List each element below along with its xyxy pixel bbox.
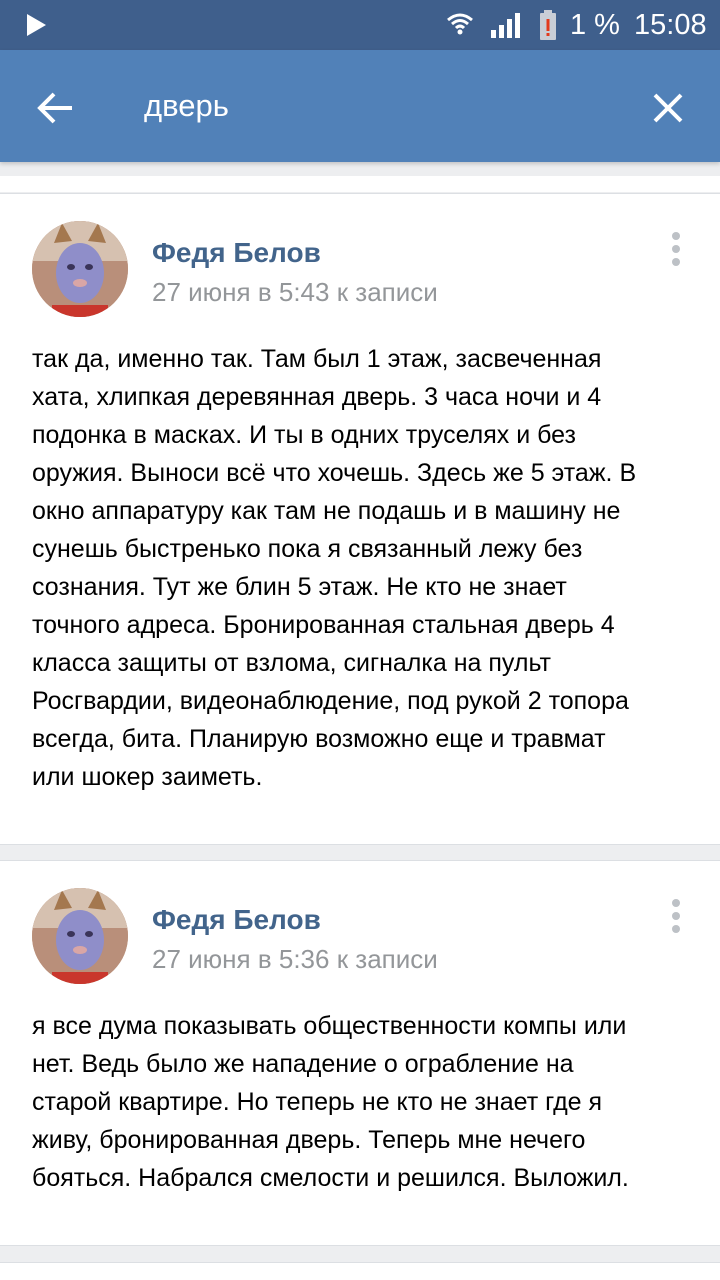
comment-meta[interactable]: 27 июня в 5:36 к записи [152, 943, 438, 975]
text-line: точного адреса. Бронированная стальная д… [32, 611, 615, 639]
avatar[interactable] [32, 888, 128, 984]
signal-icon [491, 13, 520, 38]
text-line: нет. Ведь было же нападение о ограбление… [32, 1050, 574, 1078]
search-query[interactable]: дверь [144, 86, 229, 126]
comment-card[interactable]: Федя Белов 27 июня в 5:43 к записи так д… [0, 193, 720, 845]
play-icon [27, 14, 46, 36]
text-line: я все дума показывать общественности ком… [32, 1012, 627, 1040]
status-bar: 1 % 15:08 [0, 0, 720, 50]
comment-card[interactable]: Федя Белов 27 июня в 5:36 к записи я все… [0, 860, 720, 1246]
author-name[interactable]: Федя Белов [152, 236, 321, 270]
text-line: Росгвардии, видеонаблюдение, под рукой 2… [32, 687, 629, 715]
text-line: или шокер заиметь. [32, 763, 263, 791]
text-line: так да, именно так. Там был 1 этаж, засв… [32, 345, 602, 373]
avatar[interactable] [32, 221, 128, 317]
text-line: класса защиты от взлома, сигналка на пул… [32, 649, 551, 677]
search-toolbar: дверь [0, 50, 720, 162]
close-icon[interactable] [640, 80, 696, 136]
text-line: всегда, бита. Планирую возможно еще и тр… [32, 725, 606, 753]
text-line: оружия. Выноси всё что хочешь. Здесь же … [32, 459, 637, 487]
text-line: окно аппаратуру как там не подашь и в ма… [32, 497, 621, 525]
battery-percent: 1 % [570, 9, 620, 41]
text-line: бояться. Набрался смелости и решился. Вы… [32, 1164, 629, 1192]
more-options-icon[interactable] [664, 232, 688, 272]
back-arrow-icon[interactable] [28, 80, 84, 136]
clock: 15:08 [634, 9, 707, 41]
text-line: подонка в масках. И ты в одних труселях … [32, 421, 576, 449]
previous-card-edge [0, 176, 720, 192]
next-card-edge [0, 1262, 720, 1280]
text-line: старой квартире. Но теперь не кто не зна… [32, 1088, 603, 1116]
text-line: сунешь быстренько пока я связанный лежу … [32, 535, 583, 563]
text-line: сознания. Тут же блин 5 этаж. Не кто не … [32, 573, 567, 601]
battery-icon [540, 10, 556, 40]
wifi-icon [447, 13, 473, 35]
text-line: живу, бронированная дверь. Теперь мне не… [32, 1126, 586, 1154]
comment-meta[interactable]: 27 июня в 5:43 к записи [152, 276, 438, 308]
comment-text: так да, именно так. Там был 1 этаж, засв… [32, 340, 692, 796]
author-name[interactable]: Федя Белов [152, 903, 321, 937]
more-options-icon[interactable] [664, 899, 688, 939]
comment-text: я все дума показывать общественности ком… [32, 1007, 692, 1197]
text-line: хата, хлипкая деревянная дверь. 3 часа н… [32, 383, 602, 411]
